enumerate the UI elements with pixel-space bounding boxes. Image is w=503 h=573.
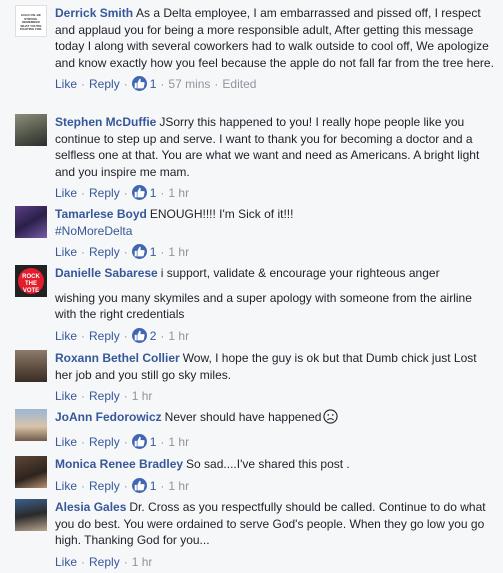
- like-button[interactable]: Like: [55, 435, 77, 449]
- comment-author[interactable]: Danielle Sabarese: [55, 266, 158, 280]
- comment-time[interactable]: 1 hr: [132, 555, 153, 569]
- comment-time[interactable]: 1 hr: [168, 186, 189, 200]
- like-button[interactable]: Like: [55, 245, 77, 259]
- comment-actions: Like · Reply · 1 · 1 hr: [55, 477, 190, 493]
- comment-time[interactable]: 1 hr: [132, 389, 153, 403]
- avatar[interactable]: ROCK THE VOTE: [15, 265, 47, 297]
- like-button[interactable]: Like: [55, 77, 77, 91]
- hashtag-link[interactable]: #NoMoreDelta: [55, 224, 132, 238]
- comment-text: ENOUGH!!!! I'm Sick of it!!!: [149, 207, 294, 221]
- comment-actions: Like · Reply · 2 · 1 hr: [55, 327, 190, 343]
- avatar[interactable]: [15, 350, 47, 382]
- reply-button[interactable]: Reply: [89, 329, 120, 343]
- like-button[interactable]: Like: [55, 329, 77, 343]
- comment-text: i support, validate & encourage your rig…: [160, 266, 440, 280]
- thumbs-up-icon[interactable]: [131, 244, 147, 259]
- avatar-text: HOLD ON. BE STRONG. REMEMBER WHAT YOU'RE…: [19, 13, 43, 31]
- comment-author[interactable]: Monica Renee Bradley: [55, 457, 183, 471]
- comment-author[interactable]: Tamarlese Boyd: [55, 207, 147, 221]
- like-button[interactable]: Like: [55, 389, 77, 403]
- avatar[interactable]: [15, 456, 47, 488]
- comment-actions: Like · Reply · 1 hr: [55, 389, 153, 403]
- reply-button[interactable]: Reply: [89, 479, 120, 493]
- thumbs-up-icon[interactable]: [131, 76, 147, 91]
- avatar[interactable]: [15, 409, 47, 441]
- comment-time[interactable]: 1 hr: [168, 479, 189, 493]
- comment-author[interactable]: Roxann Bethel Collier: [55, 351, 180, 365]
- reply-button[interactable]: Reply: [89, 555, 120, 569]
- avatar[interactable]: HOLD ON. BE STRONG. REMEMBER WHAT YOU'RE…: [15, 5, 47, 37]
- comment-actions: Like · Reply · 1 · 1 hr: [55, 433, 190, 449]
- comment-time[interactable]: 1 hr: [168, 245, 189, 259]
- avatar[interactable]: [15, 114, 47, 146]
- like-button[interactable]: Like: [55, 479, 77, 493]
- comment-author[interactable]: Alesia Gales: [55, 500, 126, 514]
- edited-label[interactable]: Edited: [222, 77, 256, 91]
- avatar-logo: ROCK THE VOTE: [18, 268, 44, 294]
- like-button[interactable]: Like: [55, 555, 77, 569]
- reply-button[interactable]: Reply: [89, 186, 120, 200]
- reply-button[interactable]: Reply: [89, 245, 120, 259]
- reply-button[interactable]: Reply: [89, 77, 120, 91]
- comment-text-continued: wishing you many skymiles and a super ap…: [55, 290, 472, 322]
- comment-author[interactable]: Derrick Smith: [55, 6, 133, 20]
- comment-author[interactable]: JoAnn Fedorowicz: [55, 410, 162, 424]
- comment-actions: Like · Reply · 1 · 1 hr: [55, 244, 190, 259]
- reply-button[interactable]: Reply: [89, 435, 120, 449]
- sad-face-icon: [323, 409, 339, 429]
- avatar[interactable]: [15, 206, 47, 238]
- comment-time[interactable]: 1 hr: [168, 435, 189, 449]
- comment-time[interactable]: 1 hr: [168, 329, 189, 343]
- comment-text: Never should have happened: [164, 410, 322, 424]
- comment-actions: Like · Reply · 1 hr: [55, 554, 153, 569]
- thumbs-up-icon[interactable]: [131, 327, 147, 343]
- avatar[interactable]: [15, 499, 47, 531]
- like-button[interactable]: Like: [55, 186, 77, 200]
- thumbs-up-icon[interactable]: [131, 477, 147, 493]
- reply-button[interactable]: Reply: [89, 389, 120, 403]
- comment-author[interactable]: Stephen McDuffie: [55, 115, 156, 129]
- thumbs-up-icon[interactable]: [131, 433, 147, 449]
- comment-actions: Like · Reply · 1 · 57 mins · Edited: [55, 76, 257, 91]
- comment-time[interactable]: 57 mins: [168, 77, 210, 91]
- comment-thread: HOLD ON. BE STRONG. REMEMBER WHAT YOU'RE…: [0, 0, 503, 573]
- comment-text: So sad....I've shared this post .: [186, 457, 350, 471]
- thumbs-up-icon[interactable]: [131, 185, 147, 200]
- comment-actions: Like · Reply · 1 · 1 hr: [55, 185, 190, 200]
